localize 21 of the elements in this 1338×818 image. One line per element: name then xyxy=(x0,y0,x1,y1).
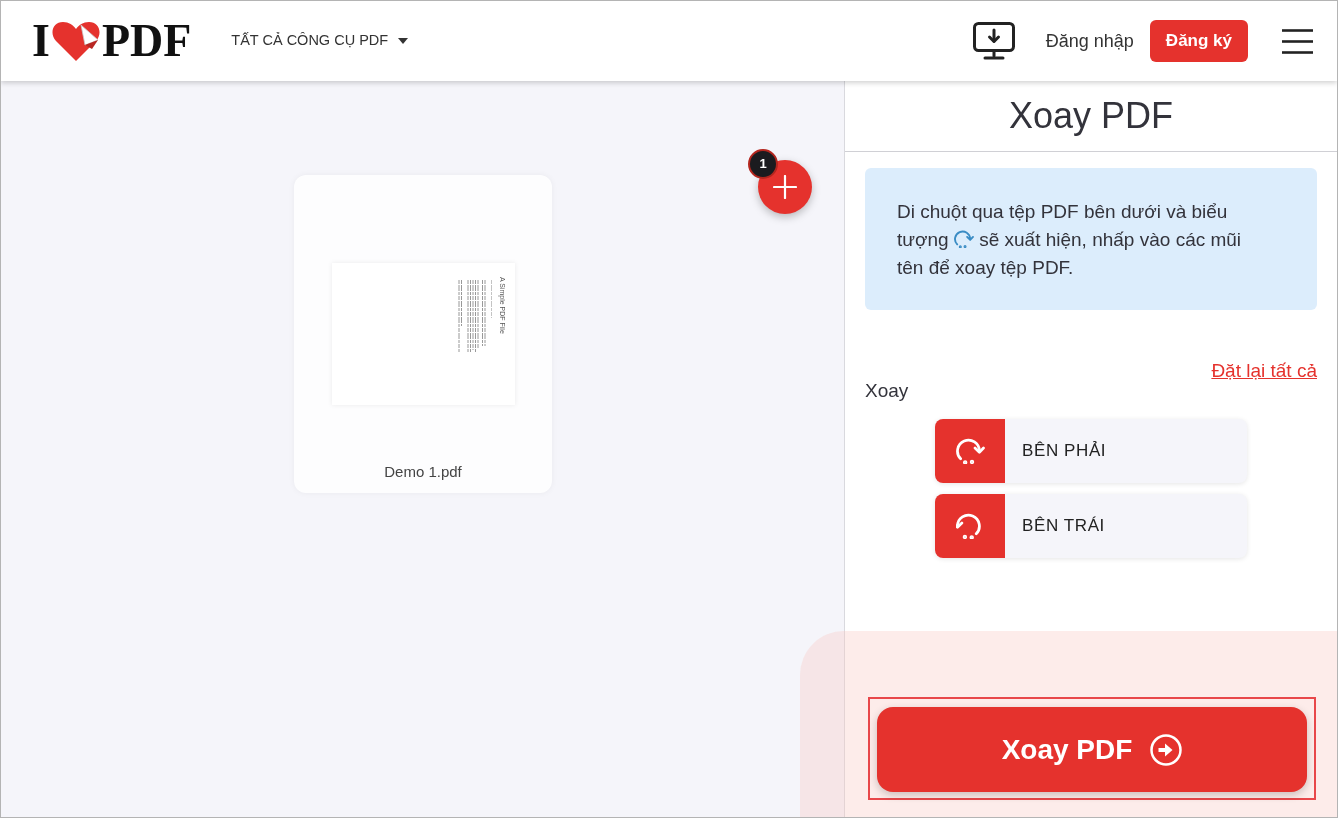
add-file-button[interactable] xyxy=(758,160,812,214)
arrow-circle-icon xyxy=(1150,733,1183,766)
rotate-option-button[interactable]: BÊN TRÁI xyxy=(935,494,1247,558)
login-link[interactable]: Đăng nhập xyxy=(1045,27,1134,55)
logo[interactable]: I PDF xyxy=(32,18,192,64)
menu-icon[interactable] xyxy=(1282,28,1313,54)
reset-all-link[interactable]: Đặt lại tất cả xyxy=(1211,359,1317,383)
heart-icon xyxy=(50,20,101,62)
caret-down-icon xyxy=(398,38,409,44)
panel-title: Xoay PDF xyxy=(1008,94,1174,138)
tools-menu[interactable]: TẤT CẢ CÔNG CỤ PDF xyxy=(231,30,409,52)
rotate-pdf-button[interactable]: Xoay PDF xyxy=(877,707,1307,792)
rotate-option-button[interactable]: BÊN PHẢI xyxy=(935,419,1247,483)
file-count-badge: 1 xyxy=(748,149,778,179)
rotate-label: Xoay xyxy=(865,379,909,403)
file-name: Demo 1.pdf xyxy=(384,462,462,482)
rotate-icon xyxy=(953,230,974,248)
monitor-download-icon[interactable] xyxy=(972,22,1015,60)
instruction-text: Di chuột qua tệp PDF bên dưới và biểu tượng sẽ xuất hiện, nhấp vào các mũi tên để xoay tệp PDF. xyxy=(897,200,1243,280)
plus-icon xyxy=(773,175,797,199)
signup-button[interactable]: Đăng ký xyxy=(1149,20,1248,62)
